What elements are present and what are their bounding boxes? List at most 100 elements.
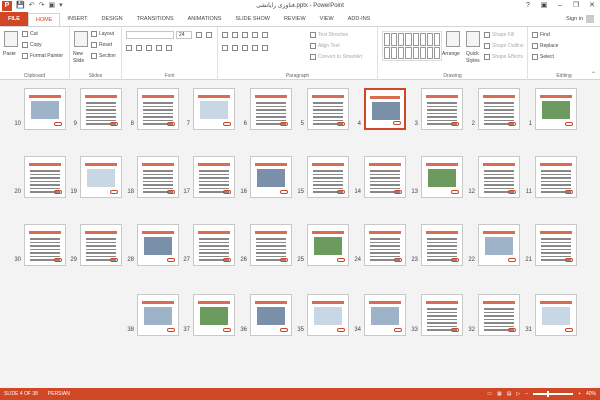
font-size-field[interactable]: 24 — [176, 31, 192, 39]
quick-styles-icon[interactable] — [466, 31, 480, 47]
slide-thumbnail[interactable] — [137, 224, 179, 266]
tab-transitions[interactable]: TRANSITIONS — [130, 12, 181, 26]
layout-button[interactable]: Layout — [91, 31, 114, 37]
shape-item[interactable] — [419, 33, 426, 46]
zoom-in-button[interactable]: + — [578, 391, 581, 397]
slide-thumbnail[interactable] — [24, 88, 66, 130]
slide-thumbnail[interactable] — [307, 156, 349, 198]
slide-thumbnail[interactable] — [250, 88, 292, 130]
shape-item[interactable] — [433, 33, 440, 46]
slide-thumbnail[interactable] — [307, 224, 349, 266]
avatar[interactable] — [586, 15, 594, 23]
zoom-level[interactable]: 40% — [586, 391, 596, 397]
numbering-icon[interactable] — [232, 32, 238, 38]
slide-thumbnail[interactable] — [24, 156, 66, 198]
slide-thumbnail[interactable] — [478, 88, 520, 130]
powerpoint-logo-icon[interactable]: P — [2, 1, 12, 11]
slide-thumbnail[interactable] — [535, 156, 577, 198]
arrange-button[interactable]: Arrange — [442, 51, 460, 57]
redo-icon[interactable]: ↷ — [39, 0, 45, 12]
tab-add-ins[interactable]: ADD-INS — [341, 12, 378, 26]
tab-animations[interactable]: ANIMATIONS — [181, 12, 229, 26]
tab-file[interactable]: FILE — [0, 12, 28, 26]
font-color-icon[interactable] — [166, 45, 172, 51]
slide-thumbnail[interactable] — [250, 156, 292, 198]
font-name-field[interactable] — [126, 31, 174, 39]
shape-outline-button[interactable]: Shape Outline — [484, 43, 524, 49]
section-button[interactable]: Section — [91, 53, 116, 59]
slideshow-view-icon[interactable]: ▷ — [516, 391, 520, 397]
slide-thumbnail[interactable] — [478, 224, 520, 266]
bold-icon[interactable] — [126, 45, 132, 51]
align-left-icon[interactable] — [222, 45, 228, 51]
restore-button[interactable]: ❐ — [568, 0, 584, 12]
slide-thumbnail[interactable] — [421, 156, 463, 198]
slide-thumbnail[interactable] — [80, 88, 122, 130]
minimize-button[interactable]: – — [552, 0, 568, 12]
slide-thumbnail[interactable] — [478, 156, 520, 198]
shape-item[interactable] — [391, 33, 398, 46]
shrink-font-icon[interactable] — [206, 32, 212, 38]
reading-view-icon[interactable]: ▤ — [507, 391, 512, 397]
shape-item[interactable] — [419, 46, 426, 59]
shape-item[interactable] — [405, 46, 412, 59]
zoom-slider[interactable] — [533, 391, 574, 397]
slide-thumbnail[interactable] — [193, 156, 235, 198]
reset-button[interactable]: Reset — [91, 42, 112, 48]
decrease-indent-icon[interactable] — [242, 32, 248, 38]
normal-view-icon[interactable]: ▭ — [487, 391, 492, 397]
underline-icon[interactable] — [146, 45, 152, 51]
tab-review[interactable]: REVIEW — [277, 12, 313, 26]
quick-styles-button[interactable]: Quick — [466, 51, 479, 57]
slide-thumbnail[interactable] — [80, 224, 122, 266]
zoom-slider-handle[interactable] — [547, 391, 550, 397]
shape-item[interactable] — [426, 33, 433, 46]
save-icon[interactable]: 💾 — [16, 0, 25, 12]
shape-item[interactable] — [391, 46, 398, 59]
slide-thumbnail[interactable] — [421, 294, 463, 336]
arrange-icon[interactable] — [446, 31, 460, 47]
slide-thumbnail[interactable] — [535, 88, 577, 130]
zoom-out-button[interactable]: – — [525, 391, 528, 397]
slide-thumbnail[interactable] — [80, 156, 122, 198]
shape-item[interactable] — [412, 33, 419, 46]
shape-item[interactable] — [433, 46, 440, 59]
slide-sorter-view-icon[interactable]: ▦ — [497, 391, 502, 397]
new-slide-icon[interactable] — [74, 31, 88, 47]
line-spacing-icon[interactable] — [262, 32, 268, 38]
align-center-icon[interactable] — [232, 45, 238, 51]
align-text-button[interactable]: Align Text — [310, 43, 340, 49]
slide-thumbnail[interactable] — [307, 88, 349, 130]
slide-thumbnail[interactable] — [193, 294, 235, 336]
grow-font-icon[interactable] — [196, 32, 202, 38]
slide-thumbnail[interactable] — [193, 224, 235, 266]
text-direction-button[interactable]: Text Direction — [310, 32, 348, 38]
shapes-gallery[interactable] — [382, 31, 442, 61]
slide-thumbnail[interactable] — [535, 224, 577, 266]
shadow-icon[interactable] — [156, 45, 162, 51]
new-slide-button-line2[interactable]: Slide — [73, 58, 84, 64]
italic-icon[interactable] — [136, 45, 142, 51]
language-indicator[interactable]: PERSIAN — [48, 391, 70, 397]
slide-thumbnail[interactable] — [478, 294, 520, 336]
tab-slide-show[interactable]: SLIDE SHOW — [228, 12, 277, 26]
slide-thumbnail[interactable] — [421, 88, 463, 130]
slide-thumbnail[interactable] — [364, 224, 406, 266]
start-slideshow-icon[interactable]: ▣ — [48, 0, 55, 12]
shape-item[interactable] — [398, 46, 405, 59]
collapse-ribbon-icon[interactable]: ⌃ — [591, 71, 596, 78]
format-painter-button[interactable]: Format Painter — [22, 53, 63, 59]
justify-icon[interactable] — [252, 45, 258, 51]
close-button[interactable]: ✕ — [584, 0, 600, 12]
quick-styles-button-line2[interactable]: Styles — [466, 58, 480, 64]
sign-in-label[interactable]: Sign in — [566, 12, 583, 26]
slide-thumbnail[interactable] — [137, 294, 179, 336]
tab-home[interactable]: HOME — [27, 12, 61, 26]
cut-button[interactable]: Cut — [22, 31, 38, 37]
undo-icon[interactable]: ↶ — [29, 0, 35, 12]
shape-item[interactable] — [384, 33, 391, 46]
ribbon-display-options-icon[interactable]: ▣ — [536, 0, 552, 12]
find-button[interactable]: Find — [532, 32, 550, 38]
tab-view[interactable]: VIEW — [313, 12, 341, 26]
customize-toolbar-icon[interactable]: ▾ — [59, 0, 63, 12]
